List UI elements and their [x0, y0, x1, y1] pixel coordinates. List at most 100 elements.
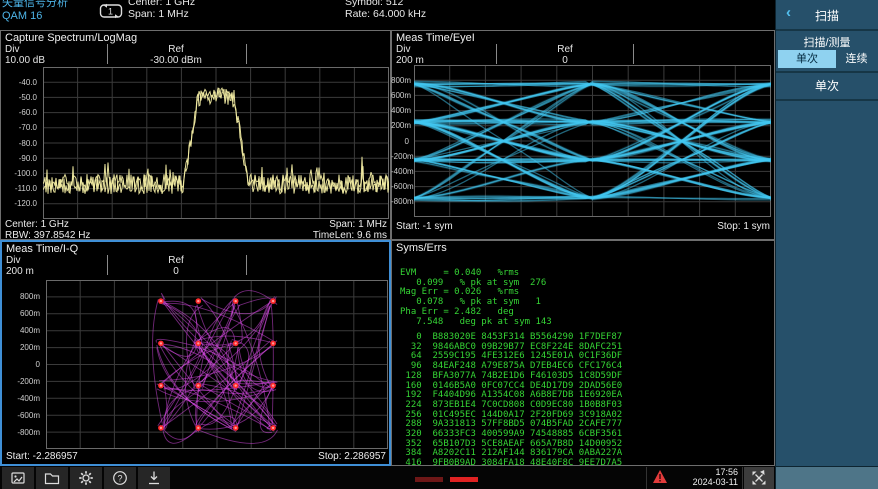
sidebar-bottom-strip: [776, 466, 878, 489]
pane-eye-diagram[interactable]: Meas Time/EyeI Div 200 m Ref 0 Start: -1…: [391, 30, 775, 240]
top-header: 矢量信号分析 QAM 16 1 Center: 1 GHz Span: 1 MH…: [0, 0, 775, 30]
status-indicator-bar-dim: [415, 477, 443, 482]
y-tick-label: -600m: [391, 182, 412, 191]
warning-alert-button[interactable]: [652, 469, 668, 489]
svg-text:?: ?: [117, 473, 122, 483]
y-tick-label: 400m: [391, 106, 412, 115]
fullscreen-expand-button[interactable]: [744, 467, 774, 489]
footer-stop: Stop: 1 sym: [717, 221, 770, 232]
time-value: 17:56: [676, 467, 738, 477]
y-tick-label: 200m: [2, 343, 43, 352]
footer-start: Start: -1 sym: [396, 221, 453, 232]
eye-footer: Start: -1 sym Stop: 1 sym: [396, 221, 770, 232]
freq-settings: Center: 1 GHz Span: 1 MHz: [128, 0, 195, 20]
y-tick-label: 800m: [391, 76, 412, 85]
y-tick-label: -200m: [2, 377, 43, 386]
file-browser-button[interactable]: [36, 467, 68, 489]
divider: [776, 99, 878, 101]
app-title: 矢量信号分析: [2, 0, 68, 10]
sidebar-title: 扫描: [776, 7, 878, 24]
header-divider: [107, 44, 108, 64]
pane-title: Capture Spectrum/LogMag: [5, 32, 137, 44]
sweep-measure-label: 扫描/测量: [776, 34, 878, 50]
y-tick-label: -100.0: [1, 169, 40, 178]
save-export-button[interactable]: [138, 467, 170, 489]
bottom-toolbar: ? 17:56 2024-03-11: [0, 466, 775, 489]
y-tick-label: -110.0: [1, 184, 40, 193]
y-tick-label: 600m: [2, 309, 43, 318]
spectrum-plot: [43, 67, 389, 219]
footer-center: Center: 1 GHz: [5, 219, 69, 230]
symbol-rate: Rate: 64.000 kHz: [345, 8, 426, 20]
evm-results: EVM = 0.040 %rms 0.099 % pk at sym 276 M…: [400, 269, 552, 327]
settings-button[interactable]: [70, 467, 102, 489]
symbol-settings: Symbol: 512 Rate: 64.000 kHz: [345, 0, 426, 20]
pane-title: Syms/Errs: [396, 242, 447, 254]
symbol-count: Symbol: 512: [345, 0, 426, 8]
vsa-screen: 矢量信号分析 QAM 16 1 Center: 1 GHz Span: 1 MH…: [0, 0, 878, 489]
header-divider: [496, 44, 497, 64]
y-tick-label: -800m: [2, 428, 43, 437]
screenshot-button[interactable]: [2, 467, 34, 489]
y-tick-label: -800m: [391, 197, 412, 206]
symbol-hex-table: 0 B883020E 8453F314 B5564290 1F7DEF87 32…: [400, 333, 622, 466]
sidebar-header: ‹ 扫描: [776, 0, 878, 29]
y-tick-label: -80.0: [1, 139, 40, 148]
y-tick-label: 400m: [2, 326, 43, 335]
y-tick-label: 600m: [391, 91, 412, 100]
y-tick-label: -60.0: [1, 108, 40, 117]
spectrum-footer: Center: 1 GHz Span: 1 MHz RBW: 397.8542 …: [5, 219, 387, 241]
y-tick-label: -40.0: [1, 78, 40, 87]
pane-title: Meas Time/EyeI: [396, 32, 475, 44]
svg-text:1: 1: [108, 7, 113, 17]
y-tick-label: -90.0: [1, 154, 40, 163]
sidebar-sweep-menu: ‹ 扫描 扫描/测量 单次 连续 单次: [775, 0, 878, 489]
date-value: 2024-03-11: [676, 477, 738, 487]
settings-gear-icon: [78, 470, 94, 486]
modulation-label: QAM 16: [2, 10, 68, 23]
toggle-single-option[interactable]: 单次: [778, 50, 836, 68]
y-tick-label: 0: [2, 360, 43, 369]
y-tick-label: -400m: [2, 394, 43, 403]
constellation-plot: [46, 280, 388, 449]
center-frequency: Center: 1 GHz: [128, 0, 195, 8]
status-indicator-bar-bright: [450, 477, 478, 482]
single-sweep-button[interactable]: 单次: [776, 76, 878, 96]
clock-display: 17:56 2024-03-11: [676, 467, 738, 487]
divider: [776, 29, 878, 31]
footer-stop: Stop: 2.286957: [318, 451, 386, 462]
pane-capture-spectrum[interactable]: Capture Spectrum/LogMag Div 10.00 dB Ref…: [0, 30, 391, 240]
eye-plot: [414, 65, 771, 217]
div-setting: Div 200 m: [6, 255, 34, 277]
pane-title: Meas Time/I-Q: [6, 243, 78, 255]
y-tick-label: 200m: [391, 121, 412, 130]
header-divider: [633, 44, 634, 64]
pane-syms-errs[interactable]: Syms/Errs EVM = 0.040 %rms 0.099 % pk at…: [391, 240, 775, 466]
single-acquisition-loop-icon[interactable]: 1: [99, 3, 124, 20]
app-brand: 矢量信号分析 QAM 16: [2, 0, 68, 23]
expand-arrows-icon: [751, 470, 767, 486]
screenshot-icon: [10, 470, 26, 486]
div-setting: Div 10.00 dB: [5, 44, 45, 66]
toggle-continuous-option[interactable]: 连续: [836, 50, 877, 68]
footer-span: Span: 1 MHz: [329, 219, 387, 230]
y-tick-label: -400m: [391, 167, 412, 176]
header-divider: [246, 255, 247, 275]
help-button[interactable]: ?: [104, 467, 136, 489]
header-divider: [107, 255, 108, 275]
y-tick-label: -600m: [2, 411, 43, 420]
divider: [646, 467, 647, 489]
y-tick-label: -50.0: [1, 93, 40, 102]
folder-icon: [44, 470, 60, 486]
divider: [742, 467, 743, 489]
div-setting: Div 200 m: [396, 44, 424, 66]
pane-iq-constellation[interactable]: Meas Time/I-Q Div 200 m Ref 0 Start: -2.…: [0, 240, 391, 466]
iq-footer: Start: -2.286957 Stop: 2.286957: [6, 451, 386, 462]
ref-setting: Ref 0: [106, 255, 246, 277]
y-tick-label: 0: [391, 137, 412, 146]
sweep-mode-toggle: 单次 连续: [778, 50, 877, 68]
span-frequency: Span: 1 MHz: [128, 8, 195, 20]
ref-setting: Ref 0: [495, 44, 635, 66]
download-icon: [146, 470, 162, 486]
y-tick-label: 800m: [2, 292, 43, 301]
